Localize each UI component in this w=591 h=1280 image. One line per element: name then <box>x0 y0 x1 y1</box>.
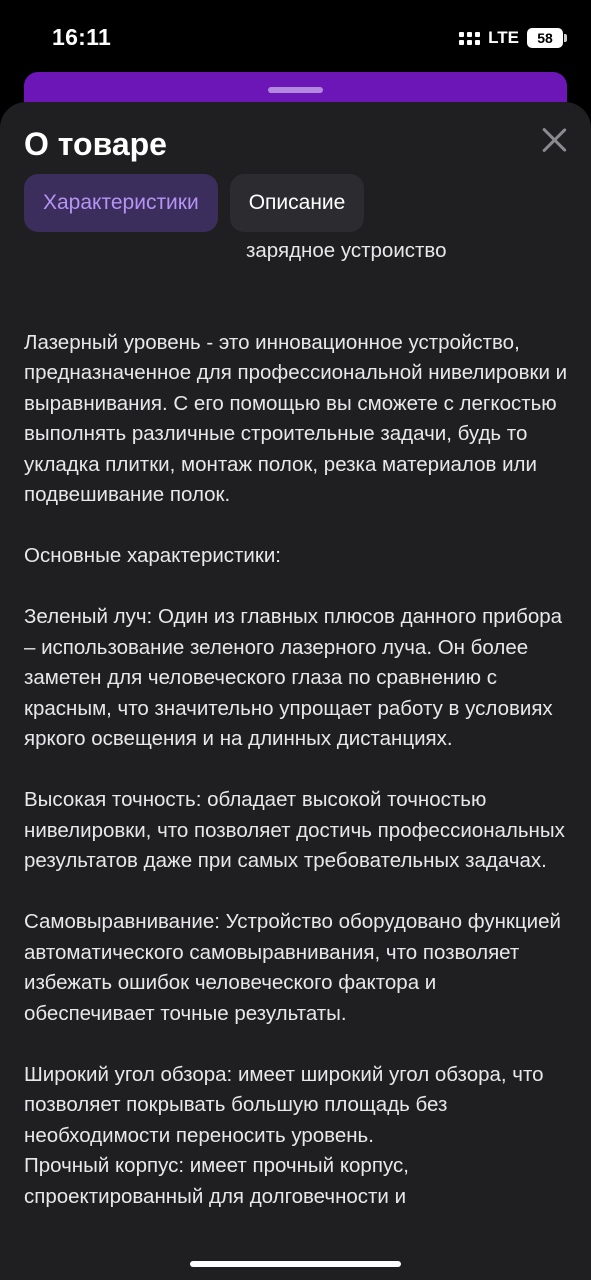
screen: 16:11 LTE 58 О товаре Характеристики Опи… <box>0 0 591 1280</box>
product-info-sheet: О товаре Характеристики Описание зарядно… <box>0 102 591 1280</box>
tab-characteristics[interactable]: Характеристики <box>24 174 218 232</box>
paragraph-intro: Лазерный уровень - это инновационное уст… <box>24 330 568 507</box>
network-type: LTE <box>488 28 519 47</box>
paragraph-accuracy: Высокая точность: обладает высокой точно… <box>24 788 565 872</box>
description-text: зарядное устроиство Лазерный уровень - э… <box>24 236 569 1212</box>
paragraph-self-leveling: Самовыравнивание: Устройство оборудовано… <box>24 910 561 1025</box>
tab-description[interactable]: Описание <box>229 174 365 232</box>
status-time: 16:11 <box>52 24 112 50</box>
paragraph-main-features: Основные характеристики: <box>24 544 282 567</box>
paragraph-durable-body: Прочный корпус: имеет прочный корпус, сп… <box>24 1154 409 1208</box>
status-icons: LTE 58 <box>459 26 567 50</box>
tabs: Характеристики Описание <box>24 174 365 232</box>
cellular-signal-icon <box>459 31 481 45</box>
charger-line: зарядное устроиство <box>246 239 447 262</box>
bottom-fade <box>0 1240 591 1280</box>
home-indicator[interactable] <box>190 1261 401 1267</box>
status-bar: 16:11 LTE 58 <box>0 0 591 72</box>
paragraph-wide-angle: Широкий угол обзора: имеет широкий угол … <box>24 1062 544 1147</box>
paragraph-green-beam: Зеленый луч: Один из главных плюсов данн… <box>24 605 563 750</box>
close-icon[interactable] <box>540 126 568 154</box>
battery-icon: 58 <box>527 28 567 48</box>
sheet-title: О товаре <box>24 126 167 162</box>
sheet-grabber[interactable] <box>268 87 323 93</box>
